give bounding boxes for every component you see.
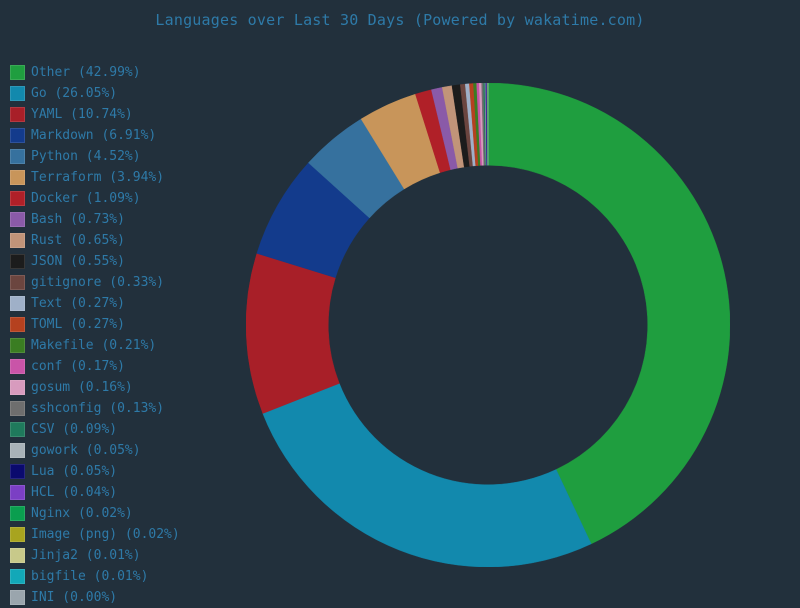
legend-item[interactable]: Python (4.52%) (10, 146, 225, 167)
legend-swatch-icon (10, 149, 25, 164)
legend-item[interactable]: Rust (0.65%) (10, 230, 225, 251)
legend-item-label: sshconfig (0.13%) (31, 402, 164, 415)
legend-swatch-icon (10, 296, 25, 311)
legend-item-label: JSON (0.55%) (31, 255, 125, 268)
legend-item-label: conf (0.17%) (31, 360, 125, 373)
donut-slice[interactable] (263, 383, 591, 567)
legend-item[interactable]: Terraform (3.94%) (10, 167, 225, 188)
legend-swatch-icon (10, 170, 25, 185)
legend-item[interactable]: sshconfig (0.13%) (10, 398, 225, 419)
legend-swatch-icon (10, 464, 25, 479)
legend-item[interactable]: Go (26.05%) (10, 83, 225, 104)
legend-item[interactable]: INI (0.00%) (10, 587, 225, 608)
legend-item-label: gitignore (0.33%) (31, 276, 164, 289)
legend-item-label: INI (0.00%) (31, 591, 117, 604)
donut-slice[interactable] (488, 83, 730, 544)
legend-swatch-icon (10, 506, 25, 521)
legend-item[interactable]: bigfile (0.01%) (10, 566, 225, 587)
legend-item-label: Jinja2 (0.01%) (31, 549, 141, 562)
legend-swatch-icon (10, 233, 25, 248)
legend-item-label: Rust (0.65%) (31, 234, 125, 247)
legend-item[interactable]: Markdown (6.91%) (10, 125, 225, 146)
legend-item[interactable]: Bash (0.73%) (10, 209, 225, 230)
legend-swatch-icon (10, 128, 25, 143)
legend-swatch-icon (10, 212, 25, 227)
page-title: Languages over Last 30 Days (Powered by … (0, 0, 800, 40)
legend-swatch-icon (10, 527, 25, 542)
legend-item-label: Nginx (0.02%) (31, 507, 133, 520)
legend-item[interactable]: gosum (0.16%) (10, 377, 225, 398)
legend-swatch-icon (10, 569, 25, 584)
legend-item[interactable]: conf (0.17%) (10, 356, 225, 377)
legend-swatch-icon (10, 548, 25, 563)
legend-item[interactable]: Image (png) (0.02%) (10, 524, 225, 545)
legend-item-label: gosum (0.16%) (31, 381, 133, 394)
legend-swatch-icon (10, 86, 25, 101)
legend-swatch-icon (10, 443, 25, 458)
legend-item-label: YAML (10.74%) (31, 108, 133, 121)
donut-chart-svg (246, 83, 730, 567)
legend-item[interactable]: Makefile (0.21%) (10, 335, 225, 356)
legend-item-label: Docker (1.09%) (31, 192, 141, 205)
legend-swatch-icon (10, 485, 25, 500)
legend-item-label: Terraform (3.94%) (31, 171, 164, 184)
legend-item[interactable]: TOML (0.27%) (10, 314, 225, 335)
legend-swatch-icon (10, 275, 25, 290)
legend-item[interactable]: gowork (0.05%) (10, 440, 225, 461)
chart-legend: Other (42.99%) Go (26.05%) YAML (10.74%) Ma… (10, 62, 225, 608)
legend-item-label: Go (26.05%) (31, 87, 117, 100)
legend-item-label: Python (4.52%) (31, 150, 141, 163)
legend-item[interactable]: Text (0.27%) (10, 293, 225, 314)
legend-swatch-icon (10, 65, 25, 80)
chart-canvas: Languages over Last 30 Days (Powered by … (0, 0, 800, 600)
legend-item[interactable]: CSV (0.09%) (10, 419, 225, 440)
legend-item-label: bigfile (0.01%) (31, 570, 148, 583)
legend-item-label: Text (0.27%) (31, 297, 125, 310)
legend-swatch-icon (10, 590, 25, 605)
legend-item[interactable]: JSON (0.55%) (10, 251, 225, 272)
legend-item-label: TOML (0.27%) (31, 318, 125, 331)
legend-swatch-icon (10, 191, 25, 206)
legend-swatch-icon (10, 338, 25, 353)
legend-item-label: Markdown (6.91%) (31, 129, 156, 142)
legend-item[interactable]: HCL (0.04%) (10, 482, 225, 503)
legend-item[interactable]: Docker (1.09%) (10, 188, 225, 209)
legend-item-label: Lua (0.05%) (31, 465, 117, 478)
legend-item[interactable]: gitignore (0.33%) (10, 272, 225, 293)
donut-chart (246, 83, 730, 567)
legend-swatch-icon (10, 380, 25, 395)
legend-swatch-icon (10, 422, 25, 437)
legend-item-label: CSV (0.09%) (31, 423, 117, 436)
legend-item-label: Makefile (0.21%) (31, 339, 156, 352)
legend-swatch-icon (10, 107, 25, 122)
legend-item[interactable]: Nginx (0.02%) (10, 503, 225, 524)
legend-item[interactable]: YAML (10.74%) (10, 104, 225, 125)
legend-item-label: Image (png) (0.02%) (31, 528, 180, 541)
legend-swatch-icon (10, 359, 25, 374)
legend-item-label: gowork (0.05%) (31, 444, 141, 457)
legend-swatch-icon (10, 317, 25, 332)
legend-item-label: Other (42.99%) (31, 66, 141, 79)
legend-item[interactable]: Jinja2 (0.01%) (10, 545, 225, 566)
legend-item[interactable]: Lua (0.05%) (10, 461, 225, 482)
legend-item[interactable]: Other (42.99%) (10, 62, 225, 83)
legend-item-label: HCL (0.04%) (31, 486, 117, 499)
legend-swatch-icon (10, 254, 25, 269)
legend-swatch-icon (10, 401, 25, 416)
legend-item-label: Bash (0.73%) (31, 213, 125, 226)
